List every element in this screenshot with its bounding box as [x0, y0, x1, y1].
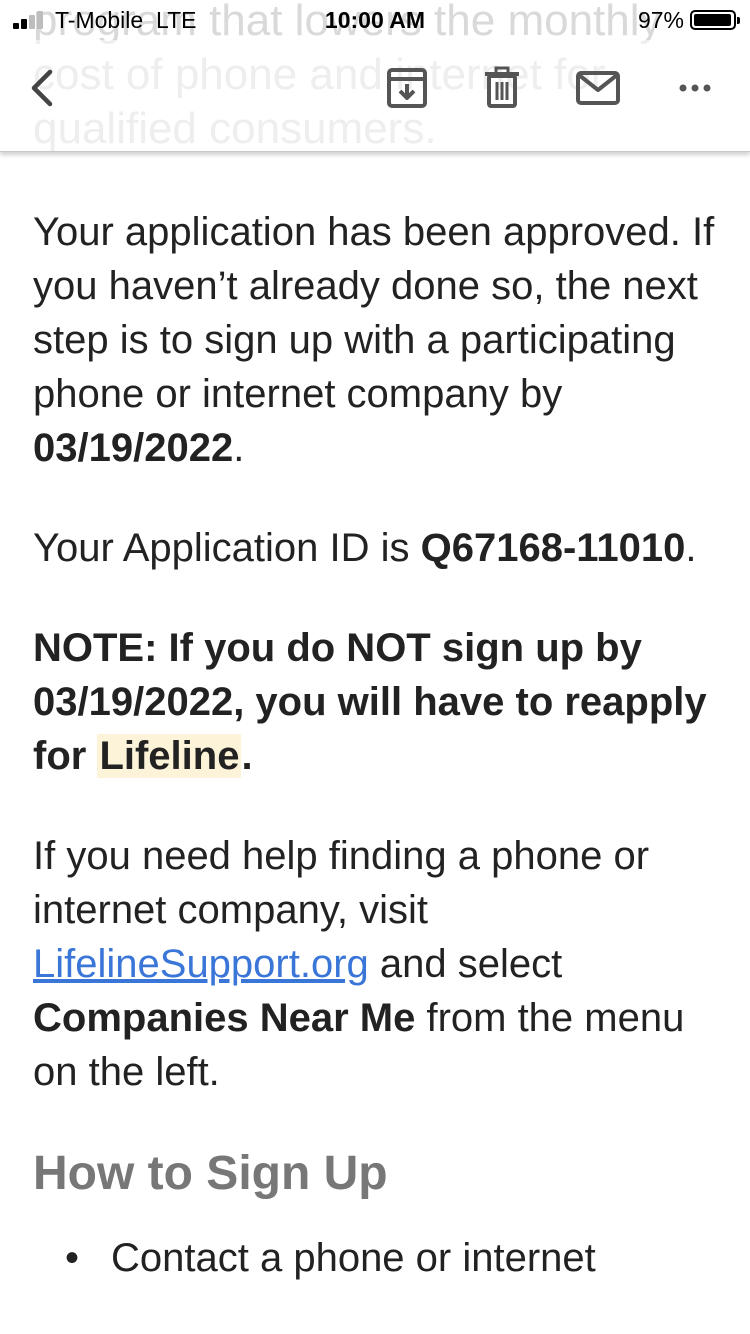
trash-button[interactable] [478, 64, 526, 112]
archive-button[interactable] [383, 64, 431, 112]
approval-paragraph: Your application has been approved. If y… [33, 210, 715, 470]
more-button[interactable] [671, 64, 719, 112]
trash-icon [485, 66, 519, 108]
list-item: • Contact a phone or internet [33, 1231, 723, 1285]
email-body: Your application has been approved. If y… [33, 205, 723, 1285]
application-id: Q67168-11010 [420, 526, 686, 570]
lifeline-support-link[interactable]: LifelineSupport.org [33, 942, 369, 986]
application-id-paragraph: Your Application ID is Q67168-11010. [33, 526, 697, 570]
battery-percent: 97% [637, 7, 684, 33]
help-paragraph: If you need help finding a phone or inte… [33, 834, 685, 1094]
note-paragraph: NOTE: If you do NOT sign up by 03/19/202… [33, 626, 707, 778]
mark-unread-button[interactable] [574, 64, 622, 112]
archive-icon [387, 68, 427, 108]
email-toolbar [0, 40, 750, 152]
status-bar: T-Mobile LTE 10:00 AM 97% [0, 0, 750, 40]
section-heading: How to Sign Up [33, 1147, 388, 1200]
companies-near-me: Companies Near Me [33, 996, 416, 1040]
battery-fill [694, 14, 731, 26]
bullet-dot: • [64, 1236, 79, 1280]
signup-deadline: 03/19/2022 [33, 426, 234, 470]
battery-icon [690, 10, 740, 30]
back-button[interactable] [20, 64, 68, 112]
chevron-left-icon [31, 69, 53, 107]
more-horizontal-icon [679, 84, 711, 92]
mail-icon [576, 71, 620, 105]
email-screen: program that lowers the monthly cost of … [0, 0, 750, 1334]
highlighted-term: Lifeline [97, 734, 242, 778]
